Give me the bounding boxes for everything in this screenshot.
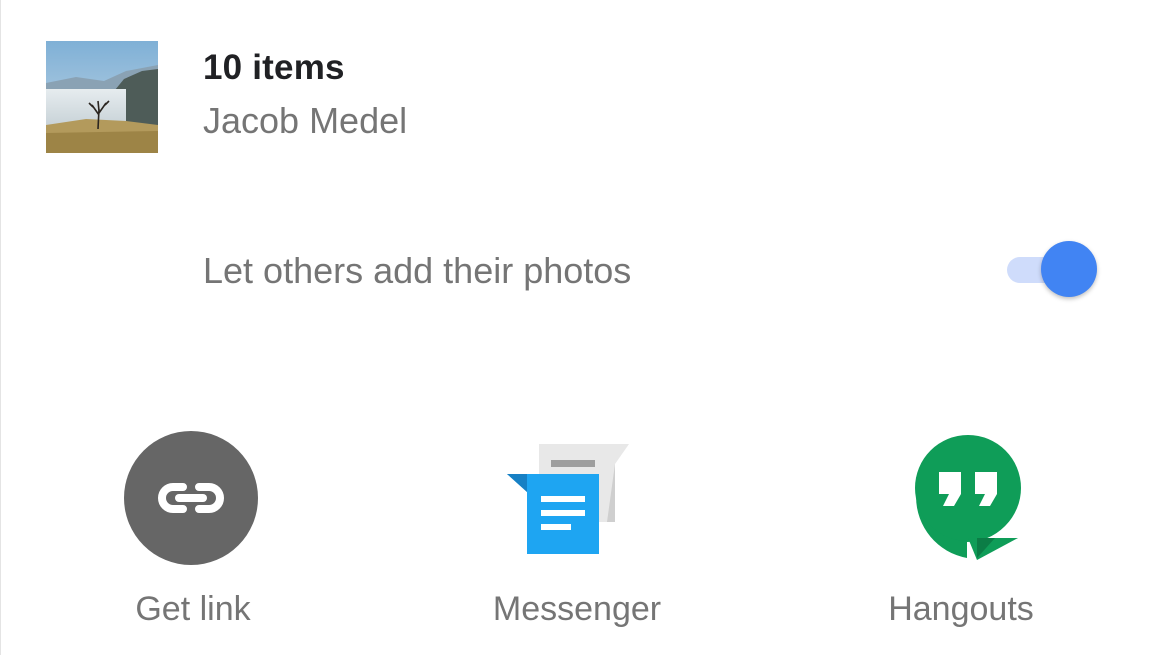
album-owner-name: Jacob Medel [203,100,408,141]
album-thumbnail[interactable] [46,41,158,153]
hangouts-icon [891,430,1031,570]
messenger-button[interactable]: Messenger [447,430,707,645]
landscape-photo-thumbnail-icon [46,41,158,153]
album-item-count: 10 items [203,48,345,87]
messenger-icon [507,430,647,570]
collaboration-toggle[interactable] [1005,241,1101,299]
toggle-thumb [1041,241,1097,297]
hangouts-button[interactable]: Hangouts [831,430,1091,645]
hangouts-label: Hangouts [888,590,1034,628]
collaboration-label: Let others add their photos [203,250,632,291]
link-icon [123,430,263,570]
get-link-button[interactable]: Get link [63,430,323,645]
messenger-label: Messenger [492,590,662,628]
share-sheet: 10 items Jacob Medel Let others add thei… [0,0,1152,655]
get-link-label: Get link [135,590,251,628]
